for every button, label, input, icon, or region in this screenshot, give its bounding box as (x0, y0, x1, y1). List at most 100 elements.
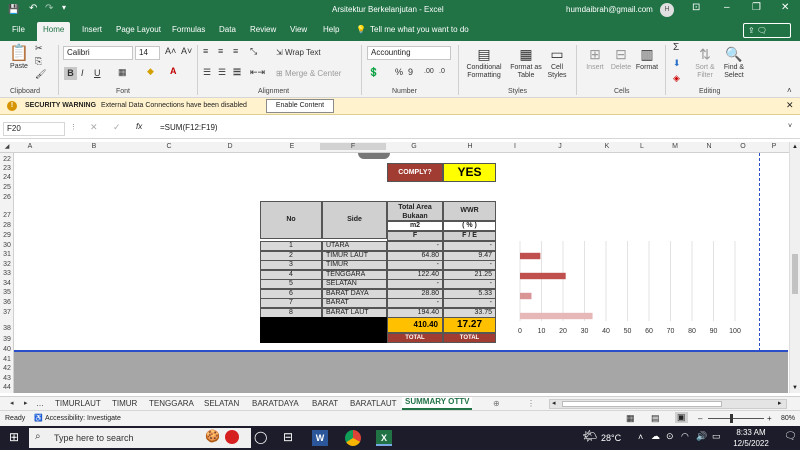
row-header[interactable]: 37 (0, 308, 14, 317)
merge-center-button[interactable]: ⊞ Merge & Center (276, 70, 341, 78)
clock-time[interactable]: 8:33 AM (731, 428, 771, 437)
row-area-cell[interactable]: - (387, 241, 443, 251)
clock-date[interactable]: 12/5/2022 (731, 439, 771, 448)
sheet-tab-timurlaut[interactable]: TIMURLAUT (55, 399, 101, 408)
row-header[interactable]: 31 (0, 250, 14, 259)
enter-icon[interactable]: ✓ (113, 122, 121, 133)
paste-button[interactable]: 📋 Paste (7, 45, 31, 71)
sheet-tab-barat[interactable]: BARAT (312, 399, 338, 408)
scroll-thumb[interactable] (562, 401, 722, 407)
col-header[interactable]: M (658, 143, 692, 150)
align-right-icon[interactable]: ☰ (233, 68, 242, 77)
col-header[interactable]: L (626, 143, 658, 150)
select-all-icon[interactable]: ◢ (0, 143, 14, 150)
top-align-icon[interactable]: ≡ (203, 47, 208, 56)
close-bar-icon[interactable]: ✕ (786, 100, 794, 111)
accessibility-status[interactable]: Accessibility: Investigate (45, 415, 121, 422)
row-side-cell[interactable]: TIMUR (322, 260, 387, 270)
bottom-align-icon[interactable]: ≡ (233, 47, 238, 56)
total-blank-cell[interactable] (260, 317, 387, 343)
col-header[interactable]: F (320, 143, 386, 150)
sort-filter-button[interactable]: ⇅ Sort & Filter (692, 44, 718, 80)
scroll-left-icon[interactable]: ◂ (552, 399, 556, 407)
tell-me-search[interactable]: Tell me what you want to do (370, 25, 469, 34)
worksheet-grid[interactable]: COMPLY? YES No Side Total Area Bukaan WW… (14, 153, 788, 352)
row-side-cell[interactable]: SELATAN (322, 279, 387, 289)
font-name-select[interactable]: Calibri (63, 46, 133, 60)
col-header[interactable]: P (760, 143, 788, 150)
col-header[interactable]: B (46, 143, 142, 150)
expand-formula-icon[interactable]: ˅ (788, 123, 792, 130)
next-sheet-icon[interactable]: ▸ (24, 399, 28, 407)
increase-font-icon[interactable]: A˄ (165, 47, 176, 56)
row-header[interactable]: 28 (0, 221, 14, 230)
row-no-cell[interactable]: 3 (260, 260, 322, 270)
comply-label[interactable]: COMPLY? (387, 163, 443, 182)
wwr-bar-chart[interactable]: 0 10 20 30 40 50 60 70 80 90 100 (510, 237, 752, 339)
name-box[interactable]: F20 (3, 122, 65, 136)
taskbar-search[interactable]: ⌕ Type here to search 🍪 (29, 428, 251, 448)
tab-page-layout[interactable]: Page Layout (116, 25, 161, 34)
redo-icon[interactable]: ↷ (45, 3, 53, 14)
conditional-formatting-button[interactable]: ▤ Conditional Formatting (462, 44, 506, 80)
middle-align-icon[interactable]: ≡ (218, 47, 223, 56)
format-painter-icon[interactable]: 🖌 (35, 70, 46, 79)
row-area-cell[interactable]: - (387, 260, 443, 270)
copy-icon[interactable]: ⎘ (35, 57, 42, 66)
network-icon[interactable]: ⊙ (666, 431, 674, 442)
wifi-icon[interactable]: ◠ (681, 431, 689, 442)
scroll-right-icon[interactable]: ▸ (778, 399, 782, 407)
row-header[interactable]: 44 (0, 383, 14, 392)
tab-data[interactable]: Data (219, 25, 236, 34)
row-header[interactable]: 30 (0, 241, 14, 250)
minimize-icon[interactable]: – (724, 2, 730, 13)
row-header[interactable]: 42 (0, 364, 14, 373)
header-side[interactable]: Side (322, 201, 387, 239)
percent-icon[interactable]: % (395, 68, 403, 77)
row-area-cell[interactable]: - (387, 279, 443, 289)
row-header[interactable]: 26 (0, 193, 14, 202)
tab-insert[interactable]: Insert (82, 25, 102, 34)
row-no-cell[interactable]: 5 (260, 279, 322, 289)
row-header[interactable]: 25 (0, 183, 14, 192)
tab-formulas[interactable]: Formulas (172, 25, 205, 34)
row-header[interactable]: 27 (0, 211, 14, 220)
col-header[interactable]: O (726, 143, 760, 150)
font-size-select[interactable]: 14 (135, 46, 160, 60)
cell-styles-button[interactable]: ▭ Cell Styles (544, 44, 570, 80)
total-area-label[interactable]: TOTAL (387, 333, 443, 343)
increase-decimal-icon[interactable]: .00 (424, 68, 434, 76)
row-wwr-cell[interactable]: - (443, 298, 496, 308)
comply-value[interactable]: YES (443, 163, 496, 182)
word-app-icon[interactable]: W (312, 430, 328, 446)
col-header[interactable]: D (196, 143, 264, 150)
weather-icon[interactable]: 🌤 (582, 429, 597, 443)
header-no[interactable]: No (260, 201, 322, 239)
find-select-button[interactable]: 🔍 Find & Select (721, 44, 747, 80)
tab-help[interactable]: Help (323, 25, 339, 34)
row-header[interactable]: 41 (0, 355, 14, 364)
notification-icon[interactable]: 🗨 (784, 431, 797, 442)
tab-review[interactable]: Review (250, 25, 276, 34)
font-color-icon[interactable]: A (170, 67, 177, 76)
widgets-icon[interactable]: ⊟ (283, 430, 293, 444)
col-header[interactable]: N (692, 143, 726, 150)
horizontal-scrollbar[interactable]: ◂ ▸ (549, 399, 787, 409)
sheet-tab-timur[interactable]: TIMUR (112, 399, 137, 408)
header-wwr-sym[interactable]: F / E (443, 231, 496, 241)
collapse-ribbon-icon[interactable]: ˄ (787, 87, 792, 95)
tab-home[interactable]: Home (37, 22, 71, 41)
chrome-app-icon[interactable] (345, 430, 361, 446)
col-header[interactable]: E (264, 143, 320, 150)
indent-icon[interactable]: ⇤⇥ (250, 68, 265, 77)
zoom-slider[interactable] (708, 418, 764, 419)
zoom-slider-thumb[interactable] (730, 414, 733, 423)
orientation-icon[interactable]: ⤡ (250, 47, 257, 56)
col-header[interactable]: I (498, 143, 532, 150)
close-icon[interactable]: ✕ (781, 2, 789, 13)
volume-icon[interactable]: 🔊 (696, 431, 707, 442)
sheet-tab-baratlaut[interactable]: BARATLAUT (350, 399, 397, 408)
tab-file[interactable]: File (12, 25, 25, 34)
col-header[interactable]: G (386, 143, 442, 150)
sheet-tab-selatan[interactable]: SELATAN (204, 399, 239, 408)
